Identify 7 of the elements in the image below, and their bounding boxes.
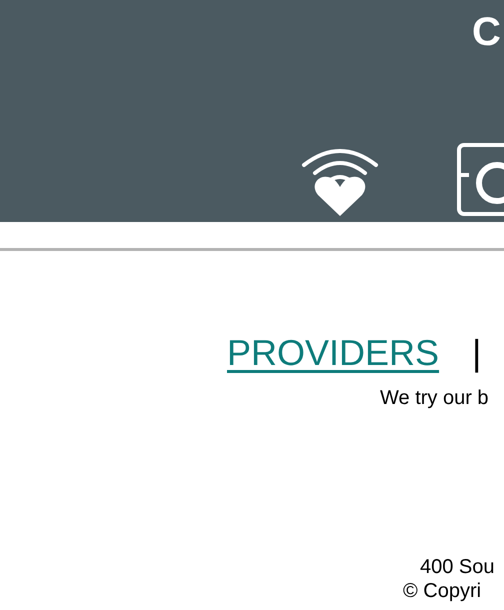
camera-icon[interactable] <box>457 143 504 216</box>
footer-copyright: © Copyri <box>402 578 482 603</box>
site-title: C <box>472 12 501 52</box>
nav-separator: | <box>472 333 482 373</box>
intro-text: We try our b <box>379 386 490 411</box>
nav-link[interactable]: PROVIDERS <box>227 333 440 373</box>
footer-address: 400 Sou <box>419 554 495 579</box>
